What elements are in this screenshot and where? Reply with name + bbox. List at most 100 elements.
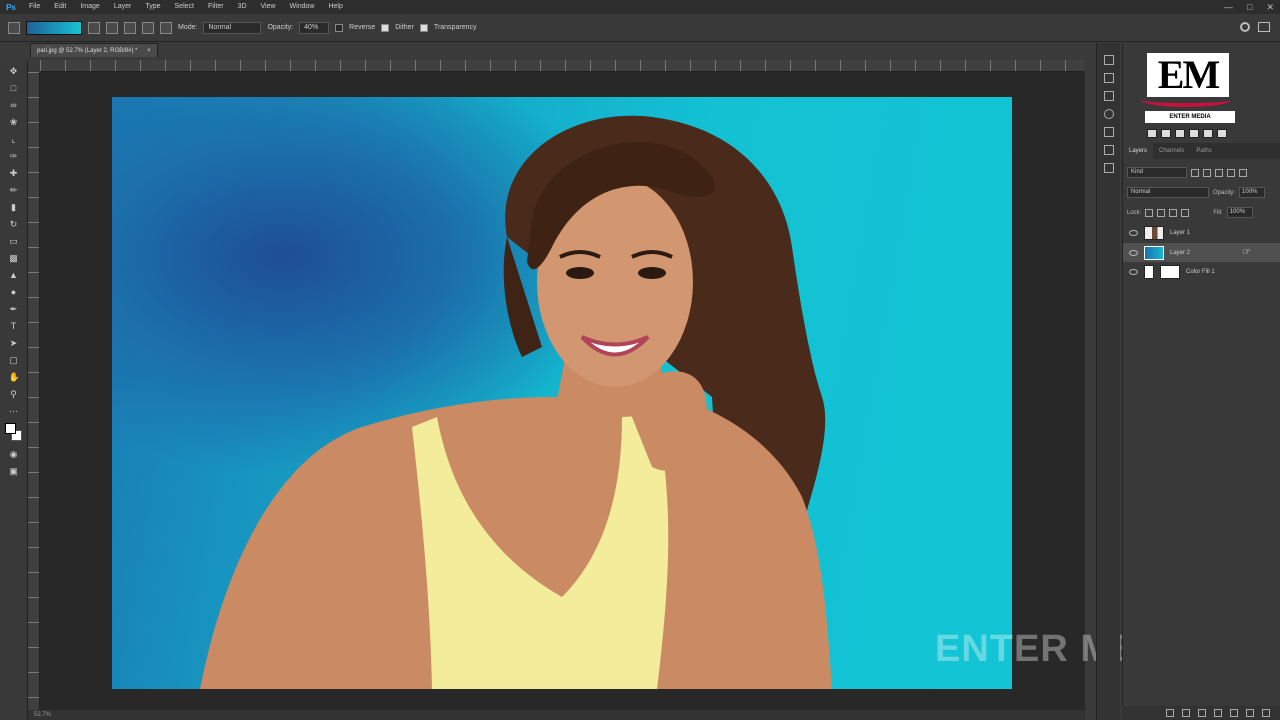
lasso-tool-icon[interactable]: ∞ — [9, 100, 19, 111]
filter-type-icon[interactable] — [1215, 168, 1223, 177]
new-adjustment-icon[interactable] — [1214, 709, 1222, 717]
eyedropper-tool-icon[interactable]: ✑ — [9, 151, 19, 162]
tab-channels[interactable]: Channels — [1153, 143, 1190, 159]
color-swatches[interactable] — [4, 423, 23, 443]
menu-select[interactable]: Select — [168, 0, 201, 14]
mode-select[interactable]: Normal — [203, 21, 262, 34]
zoom-tool-icon[interactable]: ⚲ — [9, 389, 19, 400]
visibility-eye-icon[interactable] — [1129, 268, 1138, 275]
delete-layer-icon[interactable] — [1262, 709, 1270, 717]
minimize-icon[interactable]: — — [1224, 2, 1233, 12]
fill-field[interactable]: 100% — [1226, 207, 1253, 218]
lock-all-icon[interactable] — [1181, 208, 1190, 217]
layer-opacity-label: Opacity: — [1213, 189, 1236, 196]
zoom-level[interactable]: 52.7% — [34, 712, 51, 718]
menu-file[interactable]: File — [22, 0, 47, 14]
filter-smart-icon[interactable] — [1239, 168, 1247, 177]
healing-tool-icon[interactable]: ✚ — [9, 168, 19, 179]
radial-gradient-icon[interactable] — [106, 21, 118, 34]
type-tool-icon[interactable]: T — [9, 321, 19, 332]
filter-pixel-icon[interactable] — [1191, 168, 1199, 177]
marquee-tool-icon[interactable]: □ — [9, 83, 19, 94]
logo-button-icon — [1175, 129, 1185, 138]
layer-row[interactable]: Layer 2 ☞ — [1123, 243, 1280, 262]
brush-tool-icon[interactable]: ✏ — [9, 185, 19, 196]
menu-view[interactable]: View — [254, 0, 283, 14]
opacity-field[interactable]: 40% — [299, 21, 330, 34]
foreground-color-swatch[interactable] — [4, 423, 16, 434]
menu-layer[interactable]: Layer — [107, 0, 139, 14]
move-tool-icon[interactable]: ✥ — [9, 66, 19, 77]
angle-gradient-icon[interactable] — [124, 21, 136, 34]
more-tools-icon[interactable]: ⋯ — [9, 406, 19, 417]
screen-mode-icon[interactable]: ▣ — [9, 466, 19, 477]
reflected-gradient-icon[interactable] — [142, 21, 154, 34]
horizontal-ruler — [40, 60, 1085, 72]
menu-image[interactable]: Image — [73, 0, 106, 14]
menu-filter[interactable]: Filter — [201, 0, 231, 14]
layer-filter-select[interactable]: Kind — [1127, 167, 1187, 178]
blend-mode-select[interactable]: Normal — [1127, 187, 1209, 198]
linear-gradient-icon[interactable] — [88, 21, 100, 34]
link-layers-icon[interactable] — [1166, 709, 1174, 717]
maximize-icon[interactable]: □ — [1247, 2, 1252, 12]
shape-tool-icon[interactable]: ▢ — [9, 355, 19, 366]
history-panel-icon[interactable] — [1103, 55, 1114, 65]
quick-select-tool-icon[interactable]: ❀ — [9, 117, 19, 128]
dodge-tool-icon[interactable]: ● — [9, 287, 19, 298]
stamp-tool-icon[interactable]: ▮ — [9, 202, 19, 213]
paragraph-panel-icon[interactable] — [1103, 145, 1114, 155]
new-group-icon[interactable] — [1230, 709, 1238, 717]
lock-pixels-icon[interactable] — [1145, 208, 1154, 217]
character-panel-icon[interactable] — [1103, 127, 1114, 137]
transparency-checkbox[interactable] — [419, 23, 428, 32]
filter-adjust-icon[interactable] — [1203, 168, 1211, 177]
history-brush-tool-icon[interactable]: ↻ — [9, 219, 19, 230]
blur-tool-icon[interactable]: ▲ — [9, 270, 19, 281]
close-tab-icon[interactable]: × — [147, 48, 151, 54]
gradient-tool-icon[interactable]: ▩ — [9, 253, 19, 264]
document-tab[interactable]: pari.jpg @ 52.7% (Layer 2, RGB/8#) * × — [30, 43, 158, 57]
reverse-checkbox[interactable] — [335, 23, 344, 32]
tool-preset-icon[interactable] — [8, 21, 20, 34]
layer-opacity-field[interactable]: 100% — [1239, 187, 1266, 198]
actions-panel-icon[interactable] — [1103, 73, 1114, 83]
menu-edit[interactable]: Edit — [47, 0, 73, 14]
filter-shape-icon[interactable] — [1227, 168, 1235, 177]
search-icon[interactable] — [1240, 22, 1250, 32]
dither-checkbox[interactable] — [381, 23, 390, 32]
menu-type[interactable]: Type — [138, 0, 167, 14]
quick-mask-icon[interactable]: ◉ — [9, 449, 19, 460]
diamond-gradient-icon[interactable] — [160, 21, 172, 34]
add-mask-icon[interactable] — [1198, 709, 1206, 717]
hand-tool-icon[interactable]: ✋ — [9, 372, 20, 383]
tab-paths[interactable]: Paths — [1190, 143, 1217, 159]
lock-position-icon[interactable] — [1169, 208, 1178, 217]
document-canvas[interactable] — [112, 97, 1012, 689]
menu-help[interactable]: Help — [321, 0, 349, 14]
logo-letters: EM — [1147, 53, 1229, 97]
crop-tool-icon[interactable]: ⌞ — [9, 134, 19, 145]
path-select-tool-icon[interactable]: ➤ — [9, 338, 19, 349]
adjustments-panel-icon[interactable] — [1103, 109, 1114, 119]
visibility-eye-icon[interactable] — [1129, 229, 1138, 236]
logo-swoosh — [1141, 93, 1231, 107]
brush-panel-icon[interactable] — [1103, 163, 1114, 173]
properties-panel-icon[interactable] — [1103, 91, 1114, 101]
menu-3d[interactable]: 3D — [231, 0, 254, 14]
visibility-eye-icon[interactable] — [1129, 249, 1138, 256]
layer-row[interactable]: Layer 1 — [1123, 223, 1280, 242]
menu-window[interactable]: Window — [283, 0, 322, 14]
new-layer-icon[interactable] — [1246, 709, 1254, 717]
layer-style-icon[interactable] — [1182, 709, 1190, 717]
eraser-tool-icon[interactable]: ▭ — [9, 236, 19, 247]
pen-tool-icon[interactable]: ✒ — [9, 304, 19, 315]
tab-layers[interactable]: Layers — [1123, 143, 1154, 159]
layer-row[interactable]: Color Fill 1 — [1123, 262, 1280, 281]
close-icon[interactable]: ✕ — [1266, 2, 1274, 13]
gradient-picker[interactable] — [26, 20, 82, 35]
workspace-icon[interactable] — [1258, 22, 1270, 32]
layer-name: Color Fill 1 — [1186, 268, 1215, 275]
layer-name: Layer 1 — [1170, 229, 1191, 236]
lock-paint-icon[interactable] — [1157, 208, 1166, 217]
